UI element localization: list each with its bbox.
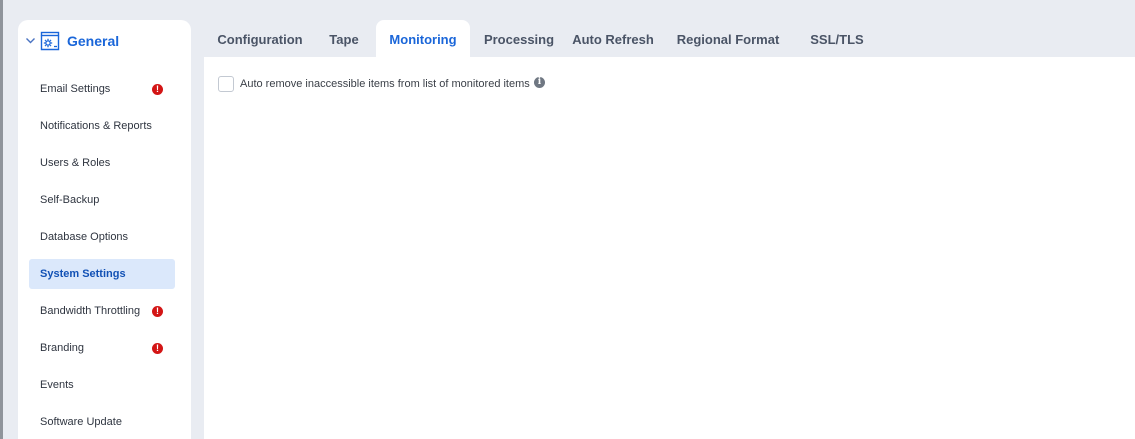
sidebar-item-label: System Settings xyxy=(40,268,126,280)
tab-ssl-tls[interactable]: SSL/TLS xyxy=(808,20,866,57)
tab-processing[interactable]: Processing xyxy=(474,20,564,57)
auto-remove-label[interactable]: Auto remove inaccessible items from list… xyxy=(240,78,530,90)
sidebar-item-label: Database Options xyxy=(40,231,129,243)
warning-icon: ! xyxy=(152,306,163,317)
warning-icon: ! xyxy=(152,84,163,95)
warning-icon: ! xyxy=(152,343,163,354)
app-window: General Email Settings ! Notifications &… xyxy=(0,0,1135,439)
sidebar-item-users-roles[interactable]: Users & Roles xyxy=(29,148,175,178)
sidebar-item-self-backup[interactable]: Self-Backup xyxy=(29,185,175,215)
sidebar-item-events[interactable]: Events xyxy=(29,370,175,400)
sidebar-item-label: Notifications & Reports xyxy=(40,120,152,132)
section-title: General xyxy=(67,33,120,49)
sidebar-item-label: Users & Roles xyxy=(40,157,111,169)
tab-bar: Configuration Tape Monitoring Processing… xyxy=(204,20,1135,57)
window-edge xyxy=(0,0,3,439)
sidebar-item-label: Events xyxy=(40,379,74,391)
sidebar-item-label: Bandwidth Throttling xyxy=(40,305,141,317)
sidebar-item-branding[interactable]: Branding ! xyxy=(29,333,175,363)
tab-tape[interactable]: Tape xyxy=(316,20,372,57)
tab-monitoring[interactable]: Monitoring xyxy=(376,20,470,57)
tab-auto-refresh[interactable]: Auto Refresh xyxy=(566,20,660,57)
settings-sidebar: General Email Settings ! Notifications &… xyxy=(18,20,191,439)
sidebar-item-email-settings[interactable]: Email Settings ! xyxy=(29,74,175,104)
tab-configuration[interactable]: Configuration xyxy=(204,20,316,57)
sidebar-item-label: Software Update xyxy=(40,416,122,428)
info-icon[interactable]: i xyxy=(534,77,545,88)
sidebar-item-database-options[interactable]: Database Options xyxy=(29,222,175,252)
settings-content: Configuration Tape Monitoring Processing… xyxy=(204,20,1135,439)
sidebar-item-label: Self-Backup xyxy=(40,194,100,206)
auto-remove-checkbox[interactable] xyxy=(218,76,234,92)
chevron-down-icon[interactable] xyxy=(25,35,36,46)
sidebar-item-system-settings[interactable]: System Settings xyxy=(29,259,175,289)
sidebar-item-label: Branding xyxy=(40,342,85,354)
sidebar-item-label: Email Settings xyxy=(40,83,111,95)
tab-regional-format[interactable]: Regional Format xyxy=(668,20,788,57)
section-header-general[interactable]: General xyxy=(18,20,191,64)
gear-screen-icon xyxy=(40,31,60,51)
sidebar-item-software-update[interactable]: Software Update xyxy=(29,407,175,437)
sidebar-item-bandwidth-throttling[interactable]: Bandwidth Throttling ! xyxy=(29,296,175,326)
sidebar-item-notifications-reports[interactable]: Notifications & Reports xyxy=(29,111,175,141)
